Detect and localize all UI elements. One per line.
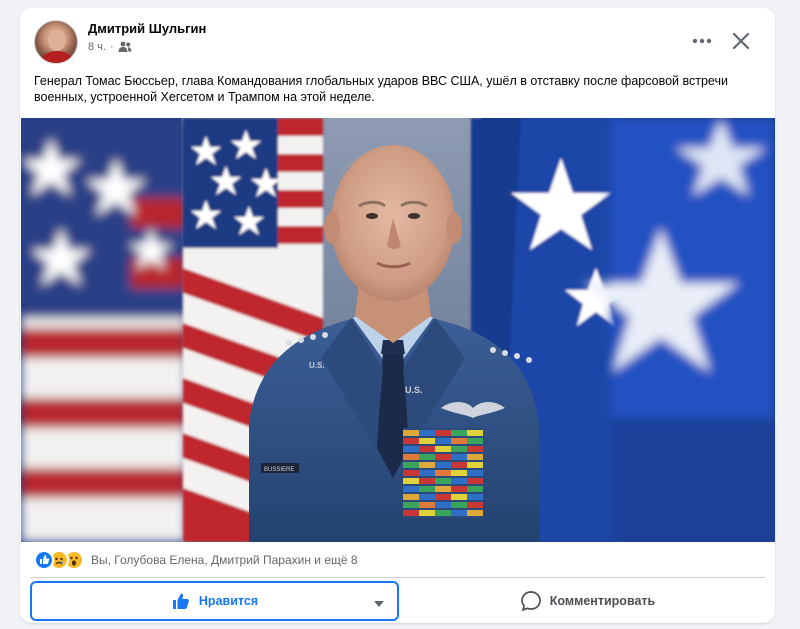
post-actions: Нравится Комментировать [20,580,775,622]
avatar[interactable] [34,20,78,64]
close-icon [732,32,750,50]
reactions-names[interactable]: Вы, Голубова Елена, Дмитрий Парахин и ещ… [91,553,358,567]
comment-icon [520,590,542,612]
like-icon [34,550,54,570]
general-portrait-image: U.S. U.S. BUSSIERE [21,118,775,542]
post-time[interactable]: 8 ч. [88,41,106,53]
author-name[interactable]: Дмитрий Шульгин [88,21,206,36]
us-insignia: U.S. [405,385,423,395]
divider [30,577,765,578]
meta-separator: · [109,41,114,53]
like-label: Нравится [198,594,259,608]
thumbs-up-icon [171,591,191,611]
close-button[interactable] [726,26,756,56]
like-button[interactable]: Нравится [30,581,399,621]
post-card: Дмитрий Шульгин 8 ч. · Генерал Томас Бюс… [20,8,775,623]
comment-label: Комментировать [549,594,656,608]
more-options-button[interactable] [685,28,719,54]
post-meta: 8 ч. · [88,41,132,53]
reactions-summary[interactable]: Вы, Голубова Елена, Дмитрий Парахин и ещ… [34,549,358,571]
chevron-down-icon[interactable] [373,597,385,611]
svg-text:U.S.: U.S. [309,361,325,370]
more-icon [692,38,712,44]
name-tag: BUSSIERE [264,467,294,473]
post-header: Дмитрий Шульгин 8 ч. · [20,8,775,70]
comment-button[interactable]: Комментировать [410,581,765,621]
post-photo[interactable]: U.S. U.S. BUSSIERE [21,118,775,542]
avatar-shirt [41,51,73,63]
avatar-face [48,29,66,51]
friends-icon[interactable] [118,41,132,53]
post-text: Генерал Томас Бюссьер, глава Командовани… [34,74,728,104]
